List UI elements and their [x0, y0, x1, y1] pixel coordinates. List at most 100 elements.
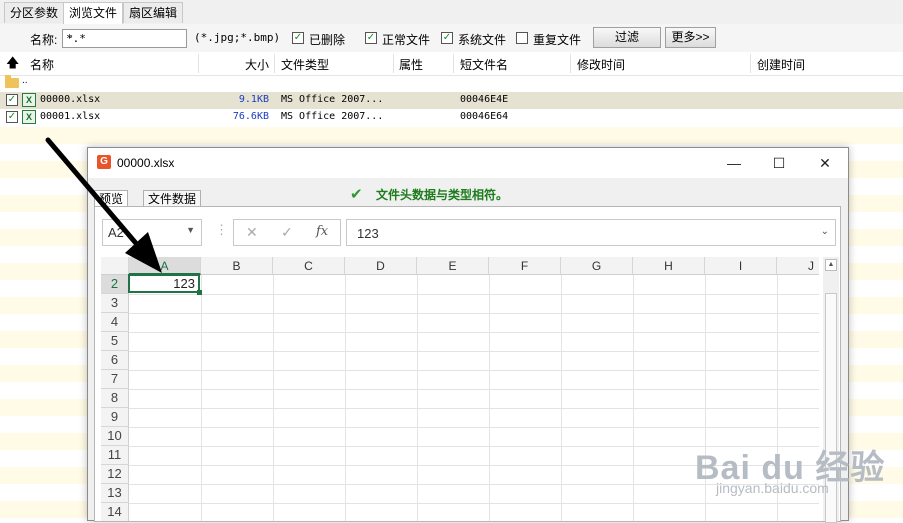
col-header-i[interactable]: I: [705, 257, 777, 275]
col-header-j[interactable]: J: [777, 257, 819, 275]
row-header-12[interactable]: 12: [101, 465, 129, 484]
grid-line: [129, 427, 819, 428]
grid-line: [273, 275, 274, 521]
parent-folder-row[interactable]: ..: [0, 75, 903, 92]
cell-a2-value: 123: [173, 276, 195, 291]
col-created-time[interactable]: 创建时间: [757, 56, 805, 73]
col-size[interactable]: 大小: [245, 56, 269, 73]
excel-file-icon: X: [22, 93, 36, 107]
col-modified-time[interactable]: 修改时间: [577, 56, 625, 73]
col-header-a[interactable]: A: [129, 257, 201, 275]
column-divider: [274, 54, 275, 73]
close-icon[interactable]: ✕: [815, 153, 835, 173]
grid-line: [129, 503, 819, 504]
file-checkbox[interactable]: ✓: [6, 94, 18, 106]
col-attributes[interactable]: 属性: [399, 56, 423, 73]
row-header-6[interactable]: 6: [101, 351, 129, 370]
dialog-titlebar[interactable]: G 00000.xlsx — ☐ ✕: [88, 148, 848, 178]
grid-line: [129, 389, 819, 390]
chevron-down-icon[interactable]: ▼: [186, 225, 195, 235]
scroll-up-icon[interactable]: ▲: [825, 259, 837, 271]
col-header-h[interactable]: H: [633, 257, 705, 275]
filter-toolbar: 名称: *.* ⌄ (*.jpg;*.bmp) ✓ 已删除 ✓ 正常文件 ✓ 系…: [0, 24, 903, 52]
file-size: 9.1KB: [238, 94, 269, 105]
row-header-7[interactable]: 7: [101, 370, 129, 389]
row-header-14[interactable]: 14: [101, 503, 129, 521]
grid-line: [561, 275, 562, 521]
col-header-f[interactable]: F: [489, 257, 561, 275]
col-short-name[interactable]: 短文件名: [460, 56, 508, 73]
minimize-icon[interactable]: —: [724, 153, 744, 173]
grid-line: [633, 275, 634, 521]
normal-files-checkbox[interactable]: ✓: [365, 32, 377, 44]
cancel-icon[interactable]: ✕: [246, 224, 258, 241]
file-type: MS Office 2007...: [281, 94, 384, 105]
duplicate-files-checkbox[interactable]: [516, 32, 528, 44]
chevron-down-icon[interactable]: ⌄: [66, 30, 183, 41]
row-header-13[interactable]: 13: [101, 484, 129, 503]
name-box[interactable]: A2 ▼: [102, 219, 202, 246]
up-arrow-icon[interactable]: 🡅: [6, 54, 19, 76]
col-header-c[interactable]: C: [273, 257, 345, 275]
tab-sector-edit[interactable]: 扇区编辑: [123, 2, 184, 23]
check-mark-icon: ✔: [350, 186, 363, 203]
grid-line: [417, 275, 418, 521]
file-type: MS Office 2007...: [281, 111, 384, 122]
column-divider: [453, 54, 454, 73]
name-box-value: A2: [108, 225, 124, 240]
col-header-e[interactable]: E: [417, 257, 489, 275]
row-header-9[interactable]: 9: [101, 408, 129, 427]
row-header-3[interactable]: 3: [101, 294, 129, 313]
function-icon[interactable]: fx: [316, 224, 328, 239]
file-checkbox[interactable]: ✓: [6, 111, 18, 123]
name-filter-input[interactable]: *.* ⌄: [62, 29, 187, 48]
row-header-5[interactable]: 5: [101, 332, 129, 351]
file-name: 00000.xlsx: [40, 94, 101, 105]
file-row[interactable]: ✓ X 00000.xlsx 9.1KB MS Office 2007... 0…: [0, 92, 903, 109]
col-name[interactable]: 名称: [30, 56, 54, 73]
file-list-header: 🡅 名称 大小 文件类型 属性 短文件名 修改时间 创建时间: [0, 52, 903, 76]
formula-value: 123: [357, 226, 379, 241]
grid-line: [129, 294, 819, 295]
column-divider: [570, 54, 571, 73]
deleted-checkbox[interactable]: ✓: [292, 32, 304, 44]
file-short-name: 00046E4E: [460, 94, 509, 105]
folder-icon: [5, 75, 19, 88]
system-files-checkbox[interactable]: ✓: [441, 32, 453, 44]
file-name: 00001.xlsx: [40, 111, 101, 122]
excel-file-icon: X: [22, 110, 36, 124]
row-header-4[interactable]: 4: [101, 313, 129, 332]
drag-handle-icon[interactable]: ⋮: [215, 222, 228, 238]
system-files-label: 系统文件: [458, 33, 507, 47]
tab-partition-params[interactable]: 分区参数: [4, 2, 65, 23]
grid-line: [129, 332, 819, 333]
col-header-b[interactable]: B: [201, 257, 273, 275]
maximize-icon[interactable]: ☐: [769, 153, 789, 173]
row-header-8[interactable]: 8: [101, 389, 129, 408]
filter-button[interactable]: 过滤: [593, 27, 661, 48]
col-header-d[interactable]: D: [345, 257, 417, 275]
parent-folder-label: ..: [22, 75, 28, 86]
formula-input[interactable]: 123 ⌄: [346, 219, 836, 246]
grid-line: [489, 275, 490, 521]
dialog-title: 00000.xlsx: [117, 156, 175, 170]
confirm-icon[interactable]: ✓: [281, 224, 293, 241]
row-header-10[interactable]: 10: [101, 427, 129, 446]
active-cell-a2[interactable]: 123: [128, 274, 202, 295]
col-type[interactable]: 文件类型: [281, 56, 329, 73]
fill-handle[interactable]: [197, 290, 202, 295]
file-header-status: 文件头数据与类型相符。: [376, 188, 509, 202]
duplicate-files-label: 重复文件: [533, 33, 582, 47]
row-header-2[interactable]: 2: [101, 275, 129, 294]
watermark-url: jingyan.baidu.com: [716, 480, 829, 496]
tab-browse-files[interactable]: 浏览文件: [63, 2, 124, 25]
grid-line: [129, 351, 819, 352]
select-all-corner[interactable]: [101, 257, 129, 275]
top-tab-bar: 分区参数 浏览文件 扇区编辑: [0, 0, 903, 25]
more-button[interactable]: 更多>>: [665, 27, 716, 48]
file-row[interactable]: ✓ X 00001.xlsx 76.6KB MS Office 2007... …: [0, 109, 903, 126]
chevron-down-icon[interactable]: ⌄: [821, 226, 829, 237]
row-header-11[interactable]: 11: [101, 446, 129, 465]
grid-line: [129, 370, 819, 371]
col-header-g[interactable]: G: [561, 257, 633, 275]
